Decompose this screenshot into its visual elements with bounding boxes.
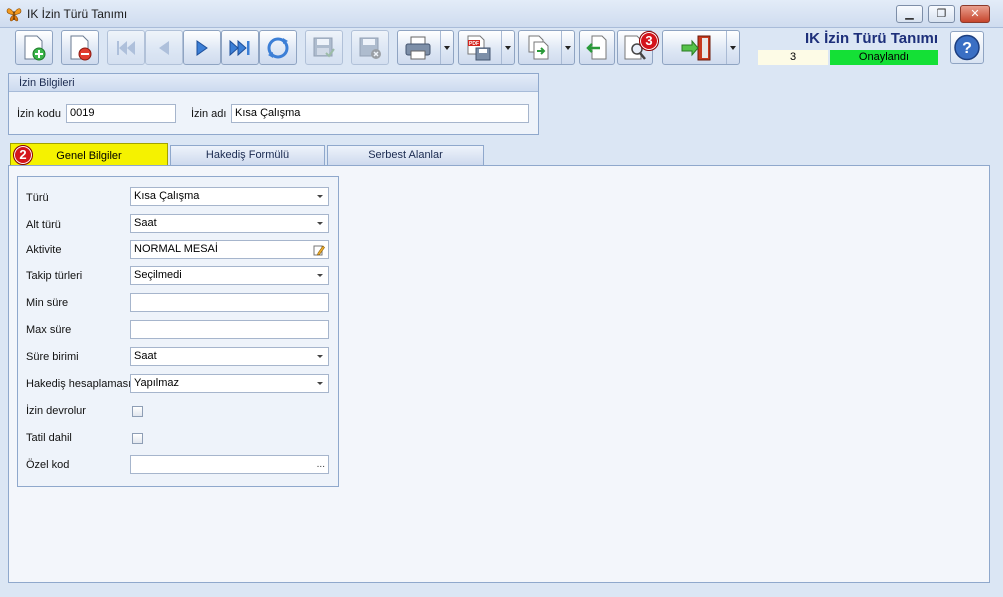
sure-birimi-label: Süre birimi [26,351,79,363]
takip-turleri-value: Seçilmedi [134,269,182,281]
minimize-icon: ▁ [905,8,914,20]
refresh-button[interactable] [259,30,297,65]
import-button[interactable] [579,30,615,65]
izin-kodu-field[interactable]: 0019 [66,104,176,123]
svg-text:?: ? [962,40,972,57]
print-dropdown[interactable] [440,31,453,64]
chevron-down-icon [317,382,323,385]
tatil-dahil-label: Tatil dahil [26,432,72,444]
tab-hakedis-formulu[interactable]: Hakediş Formülü [170,145,325,165]
hakedis-hesaplamasi-value: Yapılmaz [134,377,180,389]
minimize-button[interactable]: ▁ [896,5,923,23]
edit-icon[interactable] [313,244,325,256]
min-sure-field[interactable] [130,293,329,312]
maximize-button[interactable]: ❐ [928,5,955,23]
sure-birimi-value: Saat [134,350,157,362]
callout-badge-3: 3 [639,31,659,51]
save-button[interactable] [305,30,343,65]
ellipsis-button[interactable]: ... [317,456,325,473]
status-badge: Onaylandı [830,50,938,65]
chevron-down-icon [317,195,323,198]
aktivite-field[interactable]: NORMAL MESAİ [130,240,329,259]
new-record-button[interactable] [15,30,53,65]
window-title-bar: IK İzin Türü Tanımı ▁ ❐ ✕ [0,0,1003,28]
min-sure-label: Min süre [26,297,69,309]
izin-devrolur-checkbox[interactable] [132,406,143,417]
pdf-export-button[interactable]: PDF [458,30,515,65]
exit-dropdown[interactable] [726,31,739,64]
copy-dropdown[interactable] [561,31,574,64]
takip-turleri-select[interactable]: Seçilmedi [130,266,329,285]
last-record-button[interactable] [221,30,259,65]
takip-turleri-label: Takip türleri [26,270,83,282]
next-record-icon [196,39,208,56]
max-sure-label: Max süre [26,324,72,336]
close-icon: ✕ [970,8,980,20]
izin-bilgileri-group: İzin Bilgileri İzin kodu 0019 İzin adı K… [8,73,539,135]
refresh-icon [267,37,289,58]
previous-record-button[interactable] [145,30,183,65]
close-button[interactable]: ✕ [960,5,990,23]
max-sure-field[interactable] [130,320,329,339]
izin-adi-label: İzin adı [191,108,227,120]
help-button[interactable]: ? [950,31,984,64]
tatil-dahil-checkbox[interactable] [132,433,143,444]
izin-kodu-label: İzin kodu [17,108,62,120]
save-cancel-icon [359,37,381,59]
group-title: İzin Bilgileri [9,74,538,92]
save-icon [313,37,335,58]
import-icon [586,35,607,59]
ozel-kod-label: Özel kod [26,459,70,471]
chevron-down-icon [317,355,323,358]
last-record-icon [229,39,250,56]
hakedis-hesaplamasi-select[interactable]: Yapılmaz [130,374,329,393]
aktivite-value: NORMAL MESAİ [134,243,218,255]
restore-icon: ❐ [936,8,947,20]
pdf-export-icon: PDF [467,35,491,60]
genel-bilgiler-form: Türü Kısa Çalışma Alt türü Saat Aktivite… [17,176,339,487]
turu-select[interactable]: Kısa Çalışma [130,187,329,206]
save-cancel-button[interactable] [351,30,389,65]
ozel-kod-field[interactable]: ... [130,455,329,474]
copy-button[interactable] [518,30,575,65]
pdf-export-dropdown[interactable] [501,31,514,64]
record-count: 3 [758,50,828,65]
delete-record-button[interactable] [61,30,99,65]
exit-button[interactable] [662,30,740,65]
chevron-down-icon [317,222,323,225]
window-title: IK İzin Türü Tanımı [27,7,128,21]
delete-document-icon [70,35,92,60]
help-icon: ? [954,34,980,61]
print-icon [405,36,431,59]
sure-birimi-select[interactable]: Saat [130,347,329,366]
aktivite-label: Aktivite [26,244,62,256]
alt-turu-value: Saat [134,217,157,229]
first-record-icon [117,40,135,55]
alt-turu-select[interactable]: Saat [130,214,329,233]
turu-label: Türü [26,192,49,204]
turu-value: Kısa Çalışma [134,190,200,202]
hakedis-hesaplamasi-label: Hakediş hesaplaması [26,378,132,390]
copy-icon [528,35,549,59]
izin-adi-field[interactable]: Kısa Çalışma [231,104,529,123]
document-title: IK İzin Türü Tanımı [804,30,938,47]
izin-devrolur-label: İzin devrolur [26,405,86,417]
first-record-button[interactable] [107,30,145,65]
next-record-button[interactable] [183,30,221,65]
callout-badge-2: 2 [13,145,33,165]
chevron-down-icon [317,274,323,277]
previous-record-icon [159,40,169,55]
tab-genel-bilgiler[interactable]: Genel Bilgiler [10,143,168,167]
exit-icon [681,35,711,60]
svg-text:PDF: PDF [469,41,479,47]
alt-turu-label: Alt türü [26,219,61,231]
tab-serbest-alanlar[interactable]: Serbest Alanlar [327,145,484,165]
butterfly-icon [6,8,22,22]
new-document-icon [24,35,46,60]
print-button[interactable] [397,30,454,65]
